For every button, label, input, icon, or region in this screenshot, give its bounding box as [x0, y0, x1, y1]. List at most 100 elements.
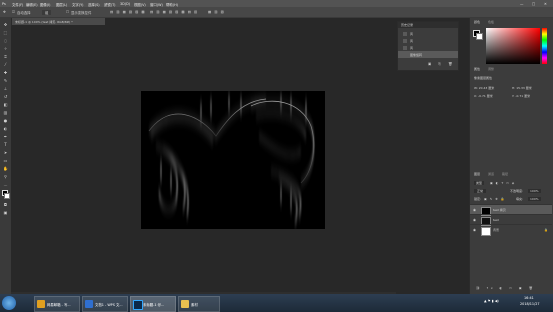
menu-layer[interactable]: 图层(L) — [56, 2, 67, 7]
canvas-artwork — [141, 91, 325, 229]
history-step-icon — [403, 52, 407, 57]
brush-tool-icon[interactable]: ✎ — [3, 78, 8, 83]
taskbar-app-mail[interactable]: 网易邮箱 - 写... — [34, 296, 80, 312]
layer-kind-filter[interactable]: 类型 — [474, 181, 485, 185]
eye-icon[interactable]: ◉ — [473, 208, 476, 212]
history-panel-title: 历史记录 — [401, 23, 414, 27]
history-panel: 历史记录 风 风 风 图像旋转 ▣ ⎘ 🗑 — [397, 21, 459, 71]
transform-label: 显示变换控件 — [71, 11, 92, 15]
quick-mask-icon[interactable]: ◘ — [3, 202, 8, 207]
start-button[interactable] — [2, 296, 16, 310]
magic-wand-icon[interactable]: ✧ — [3, 46, 8, 51]
fill-label: 填充: — [516, 197, 524, 201]
distribute-icons[interactable]: ▤ ▥ ▦ ▧ ▨ ▩ ▤ ▥ — [150, 10, 198, 14]
taskbar-app-wps[interactable]: 文档1 - WPS 文... — [82, 296, 128, 312]
auto-select-checkbox[interactable]: ☑ — [12, 10, 15, 14]
prop-height[interactable]: H: 15.33 厘米 — [512, 86, 532, 90]
tab-swatches[interactable]: 色板 — [488, 20, 494, 26]
fill-input[interactable]: 100% — [528, 197, 541, 201]
clone-stamp-icon[interactable]: ⊥ — [3, 86, 8, 91]
dodge-tool-icon[interactable]: ◐ — [3, 126, 8, 131]
history-item[interactable]: 风 — [398, 44, 458, 51]
eraser-tool-icon[interactable]: ◧ — [3, 102, 8, 107]
menu-bar: Ps 文件(F) 编辑(E) 图像(I) 图层(L) 文字(Y) 选择(S) 滤… — [0, 0, 553, 7]
tab-color[interactable]: 颜色 — [474, 20, 480, 26]
tab-paths[interactable]: 路径 — [502, 172, 508, 178]
folder-icon — [181, 300, 189, 308]
auto-select-dropdown[interactable]: 组 — [42, 10, 52, 15]
color-field[interactable] — [486, 28, 540, 64]
menu-file[interactable]: 文件(F) — [12, 2, 23, 7]
layer-thumbnail — [481, 226, 491, 236]
history-brush-icon[interactable]: ↺ — [3, 94, 8, 99]
hand-tool-icon[interactable]: ✋ — [3, 166, 8, 171]
history-item[interactable]: 风 — [398, 30, 458, 37]
tab-layers[interactable]: 图层 — [474, 172, 480, 178]
align-icons[interactable]: ▤ ▥ ▦ ▧ ▨ ▩ — [110, 10, 146, 14]
menu-select[interactable]: 选择(S) — [88, 2, 100, 7]
history-item-current[interactable]: 图像旋转 — [398, 51, 458, 58]
auto-select-label: 自动选择 — [17, 11, 31, 15]
path-select-icon[interactable]: ➤ — [3, 150, 8, 155]
move-tool-icon[interactable]: ✥ — [3, 22, 8, 27]
menu-help[interactable]: 帮助(H) — [166, 2, 178, 7]
document-canvas[interactable] — [141, 91, 325, 229]
options-bar: ✥ ☑ 自动选择 组 ☐ 显示变换控件 ▤ ▥ ▦ ▧ ▨ ▩ ▤ ▥ ▦ ▧ … — [0, 7, 553, 18]
menu-image[interactable]: 图像(I) — [40, 2, 50, 7]
history-actions[interactable]: ▣ ⎘ 🗑 — [428, 62, 455, 66]
eyedropper-icon[interactable]: ⁄ — [3, 62, 8, 67]
history-item[interactable]: 风 — [398, 37, 458, 44]
healing-brush-icon[interactable]: ✚ — [3, 70, 8, 75]
hue-slider[interactable] — [542, 28, 547, 64]
tab-channels[interactable]: 通道 — [488, 172, 494, 178]
prop-width[interactable]: W: 20.43 厘米 — [474, 86, 494, 90]
tab-properties[interactable]: 属性 — [474, 67, 480, 73]
background-color[interactable] — [476, 33, 483, 40]
tab-adjustments[interactable]: 调整 — [488, 67, 494, 73]
taskbar-date[interactable]: 2018/11/27 — [520, 302, 540, 306]
screen-mode-icon[interactable]: ▣ — [3, 210, 8, 215]
menu-filter[interactable]: 滤镜(T) — [104, 2, 116, 7]
lock-icons[interactable]: ▣ ✎ ✥ 🔒 — [484, 197, 505, 201]
prop-x[interactable]: X: -0.71 厘米 — [474, 94, 493, 98]
taskbar-time[interactable]: 16:41 — [524, 296, 534, 300]
background-color-swatch[interactable] — [4, 193, 10, 199]
minimize-icon[interactable]: — — [520, 2, 523, 6]
lasso-tool-icon[interactable]: ◌ — [3, 38, 8, 43]
document-tab[interactable]: 未标题-1 @ 100% (test 拷贝, RGB/8#) * — [12, 18, 105, 25]
layer-actions[interactable]: ⛓ fx ◐ ▭ ▣ 🗑 — [476, 286, 536, 290]
eye-icon[interactable]: ◉ — [473, 218, 476, 222]
gradient-tool-icon[interactable]: ▥ — [3, 110, 8, 115]
blend-mode-dropdown[interactable]: 正常 — [474, 189, 487, 193]
menu-edit[interactable]: 编辑(E) — [26, 2, 38, 7]
history-step-icon — [403, 38, 407, 43]
shape-tool-icon[interactable]: ▭ — [3, 158, 8, 163]
crop-tool-icon[interactable]: ⌗ — [3, 54, 8, 59]
move-tool-icon[interactable]: ✥ — [3, 10, 6, 14]
menu-type[interactable]: 文字(Y) — [72, 2, 84, 7]
transform-checkbox[interactable]: ☐ — [66, 10, 69, 14]
taskbar-app-folder[interactable]: 素材 — [178, 296, 220, 312]
type-tool-icon[interactable]: T — [3, 142, 8, 147]
opacity-input[interactable]: 100% — [528, 189, 541, 193]
tray-icons[interactable]: ▲ ⚑ ▮ ◀) — [484, 299, 499, 303]
layer-row[interactable]: ◉ 背景 🔒 — [470, 224, 552, 236]
blur-tool-icon[interactable]: ● — [3, 118, 8, 123]
zoom-tool-icon[interactable]: ⚲ — [3, 174, 8, 179]
maximize-icon[interactable]: □ — [532, 2, 535, 6]
ps-logo[interactable]: Ps — [2, 2, 6, 6]
more-tools-icon[interactable]: … — [3, 182, 8, 187]
taskbar-app-photoshop[interactable]: 未标题-1 @... — [130, 296, 176, 312]
menu-window[interactable]: 窗口(W) — [150, 2, 163, 7]
prop-y[interactable]: Y: -0.71 厘米 — [512, 94, 530, 98]
arrange-icons[interactable]: ▦ ▥ ▧ — [208, 10, 225, 14]
marquee-tool-icon[interactable]: ⬚ — [3, 30, 8, 35]
close-icon[interactable]: ✕ — [544, 2, 547, 6]
lock-label: 锁定: — [474, 197, 482, 201]
eye-icon[interactable]: ◉ — [473, 228, 476, 232]
layer-filter-icons[interactable]: ▣ ◐ T ▭ ◈ — [490, 181, 515, 185]
menu-view[interactable]: 视图(V) — [134, 2, 146, 7]
menu-3d[interactable]: 3D(D) — [120, 2, 130, 6]
lock-icon: 🔒 — [544, 228, 548, 232]
pen-tool-icon[interactable]: ✒ — [3, 134, 8, 139]
